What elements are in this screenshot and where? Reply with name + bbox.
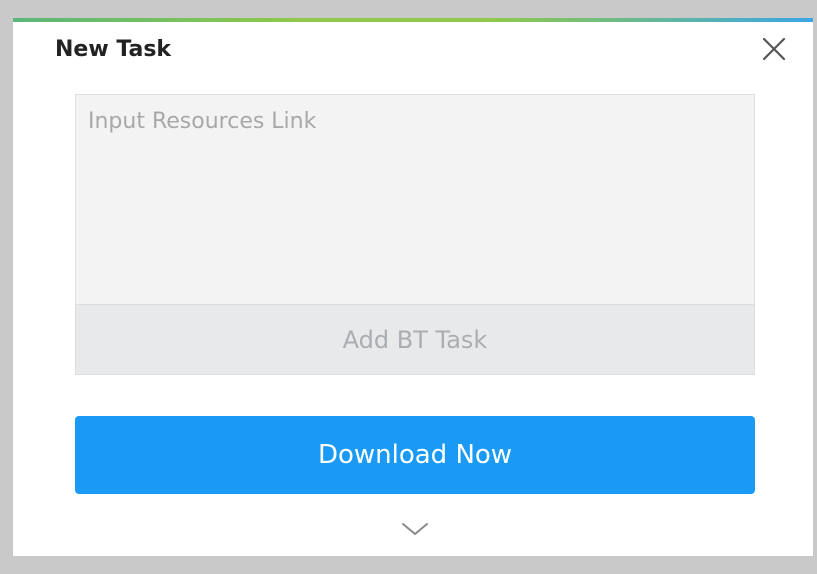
add-bt-task-label: Add BT Task <box>342 325 488 354</box>
add-bt-task-button[interactable]: Add BT Task <box>76 304 754 374</box>
expand-options-button[interactable] <box>399 518 431 540</box>
new-task-dialog: New Task Add BT Task Download Now <box>13 18 813 556</box>
close-icon <box>759 34 789 64</box>
page-backdrop: New Task Add BT Task Download Now <box>0 0 817 574</box>
close-button[interactable] <box>759 34 789 64</box>
download-now-label: Download Now <box>317 440 513 470</box>
resource-link-box: Add BT Task <box>75 94 755 375</box>
dialog-title: New Task <box>55 37 172 62</box>
resource-link-input[interactable] <box>76 95 754 304</box>
download-now-button[interactable]: Download Now <box>75 416 755 494</box>
top-accent-bar <box>13 18 813 22</box>
chevron-down-icon <box>399 518 431 540</box>
